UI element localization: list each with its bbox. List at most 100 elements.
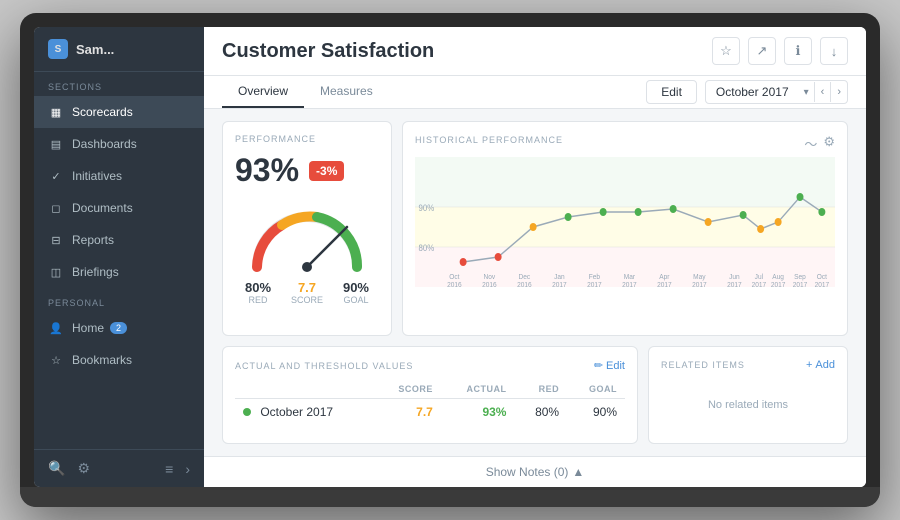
performance-value-row: 93% -3% [235, 152, 379, 189]
sidebar-item-scorecards[interactable]: ▦ Scorecards [34, 96, 204, 128]
settings-icon[interactable]: ⚙ [77, 460, 90, 477]
month-next-button[interactable]: › [830, 82, 847, 102]
sidebar-item-initiatives[interactable]: ✓ Initiatives [34, 160, 204, 192]
sidebar-item-reports[interactable]: ⊟ Reports [34, 224, 204, 256]
laptop-frame: S Sam... SECTIONS ▦ Scorecards ▤ Dashboa… [20, 13, 880, 507]
footer-score-value: 7.7 [291, 280, 323, 295]
download-button[interactable]: ↓ [820, 37, 848, 65]
app-logo-icon: S [48, 39, 68, 59]
scorecards-icon: ▦ [48, 104, 64, 120]
chevron-right-icon[interactable]: › [185, 461, 190, 477]
share-button[interactable]: ↗ [748, 37, 776, 65]
actual-values-panel: ACTUAL AND THRESHOLD VALUES ✏ Edit [222, 346, 638, 444]
gauge-container [235, 197, 379, 272]
tab-measures[interactable]: Measures [304, 76, 389, 108]
svg-text:2017: 2017 [793, 282, 808, 287]
footer-red: 80% RED [245, 280, 271, 305]
svg-text:Oct: Oct [817, 274, 827, 281]
app-name: Sam... [76, 42, 114, 57]
month-prev-button[interactable]: ‹ [814, 82, 831, 102]
initiatives-label: Initiatives [72, 169, 122, 183]
no-related-text: No related items [661, 379, 835, 431]
svg-text:Dec: Dec [519, 274, 531, 281]
footer-score: 7.7 SCORE [291, 280, 323, 305]
svg-text:Jan: Jan [554, 274, 565, 281]
home-badge: 2 [110, 322, 127, 334]
header-actions: ☆ ↗ ℹ ↓ [712, 37, 848, 65]
gauge-chart [242, 197, 372, 272]
row-dot [243, 408, 251, 416]
sidebar-item-documents[interactable]: ◻ Documents [34, 192, 204, 224]
actual-section-label: ACTUAL AND THRESHOLD VALUES [235, 361, 413, 371]
sidebar-logo: S Sam... [34, 27, 204, 72]
svg-text:2017: 2017 [622, 282, 637, 287]
reports-label: Reports [72, 233, 114, 247]
svg-text:2016: 2016 [517, 282, 532, 287]
info-button[interactable]: ℹ [784, 37, 812, 65]
dashboards-label: Dashboards [72, 137, 137, 151]
svg-text:Oct: Oct [449, 274, 459, 281]
related-add-button[interactable]: + Add [806, 359, 835, 371]
header: Customer Satisfaction ☆ ↗ ℹ ↓ [204, 27, 866, 76]
chevron-up-icon: ▲ [572, 465, 584, 479]
dashboards-icon: ▤ [48, 136, 64, 152]
menu-icon[interactable]: ≡ [165, 461, 173, 477]
personal-label: PERSONAL [34, 288, 204, 312]
svg-text:Jun: Jun [729, 274, 740, 281]
table-row: October 2017 7.7 93% 80% [235, 399, 625, 426]
svg-text:Apr: Apr [659, 274, 670, 281]
chart-settings-icon[interactable]: ⚙ [823, 134, 835, 153]
svg-text:2017: 2017 [657, 282, 672, 287]
actual-panel-header: ACTUAL AND THRESHOLD VALUES ✏ Edit [235, 359, 625, 372]
col-header-red: RED [514, 380, 567, 399]
svg-text:Aug: Aug [772, 274, 784, 281]
home-label: Home [72, 321, 104, 335]
svg-text:2017: 2017 [815, 282, 830, 287]
footer-goal-value: 90% [343, 280, 369, 295]
month-label: October 2017 [706, 81, 799, 103]
row-actual: 93% [441, 399, 515, 426]
actual-edit-button[interactable]: ✏ Edit [594, 359, 625, 372]
svg-text:2017: 2017 [771, 282, 786, 287]
svg-text:2017: 2017 [552, 282, 567, 287]
chart-toggle-icon[interactable]: 〜 [804, 134, 817, 153]
tabs-right: Edit October 2017 ▾ ‹ › [646, 80, 848, 104]
sidebar-item-bookmarks[interactable]: ☆ Bookmarks [34, 344, 204, 376]
home-icon: 👤 [48, 320, 64, 336]
performance-panel: PERFORMANCE 93% -3% [222, 121, 392, 336]
bookmarks-label: Bookmarks [72, 353, 132, 367]
notes-label: Show Notes (0) [486, 465, 569, 479]
performance-delta: -3% [309, 161, 344, 181]
footer-goal-label: GOAL [343, 295, 369, 305]
svg-text:May: May [693, 274, 706, 281]
hist-icons: 〜 ⚙ [804, 134, 835, 153]
briefings-icon: ◫ [48, 264, 64, 280]
svg-text:90%: 90% [419, 202, 435, 213]
app: S Sam... SECTIONS ▦ Scorecards ▤ Dashboa… [34, 27, 866, 487]
month-selector: October 2017 ▾ ‹ › [705, 80, 848, 104]
tab-overview[interactable]: Overview [222, 76, 304, 108]
star-button[interactable]: ☆ [712, 37, 740, 65]
svg-text:Nov: Nov [484, 274, 496, 281]
edit-button[interactable]: Edit [646, 80, 697, 104]
svg-text:2017: 2017 [587, 282, 602, 287]
svg-text:Jul: Jul [755, 274, 764, 281]
actual-values-table: SCORE ACTUAL RED GOAL [235, 380, 625, 425]
col-header-goal: GOAL [567, 380, 625, 399]
sidebar: S Sam... SECTIONS ▦ Scorecards ▤ Dashboa… [34, 27, 204, 487]
sections-label: SECTIONS [34, 72, 204, 96]
related-section-label: RELATED ITEMS [661, 360, 745, 370]
chart-wrapper: 90% 80% [415, 157, 835, 287]
sidebar-item-dashboards[interactable]: ▤ Dashboards [34, 128, 204, 160]
svg-text:2017: 2017 [727, 282, 742, 287]
show-notes-button[interactable]: Show Notes (0) ▲ [486, 465, 585, 479]
scorecards-label: Scorecards [72, 105, 133, 119]
sidebar-bottom: 🔍 ⚙ ≡ › [34, 449, 204, 487]
footer-red-value: 80% [245, 280, 271, 295]
search-icon[interactable]: 🔍 [48, 460, 65, 477]
sidebar-item-briefings[interactable]: ◫ Briefings [34, 256, 204, 288]
bottom-row: ACTUAL AND THRESHOLD VALUES ✏ Edit [222, 346, 848, 444]
plus-icon: + [806, 359, 812, 371]
tabs-bar: Overview Measures Edit October 2017 ▾ ‹ … [204, 76, 866, 109]
sidebar-item-home[interactable]: 👤 Home 2 [34, 312, 204, 344]
